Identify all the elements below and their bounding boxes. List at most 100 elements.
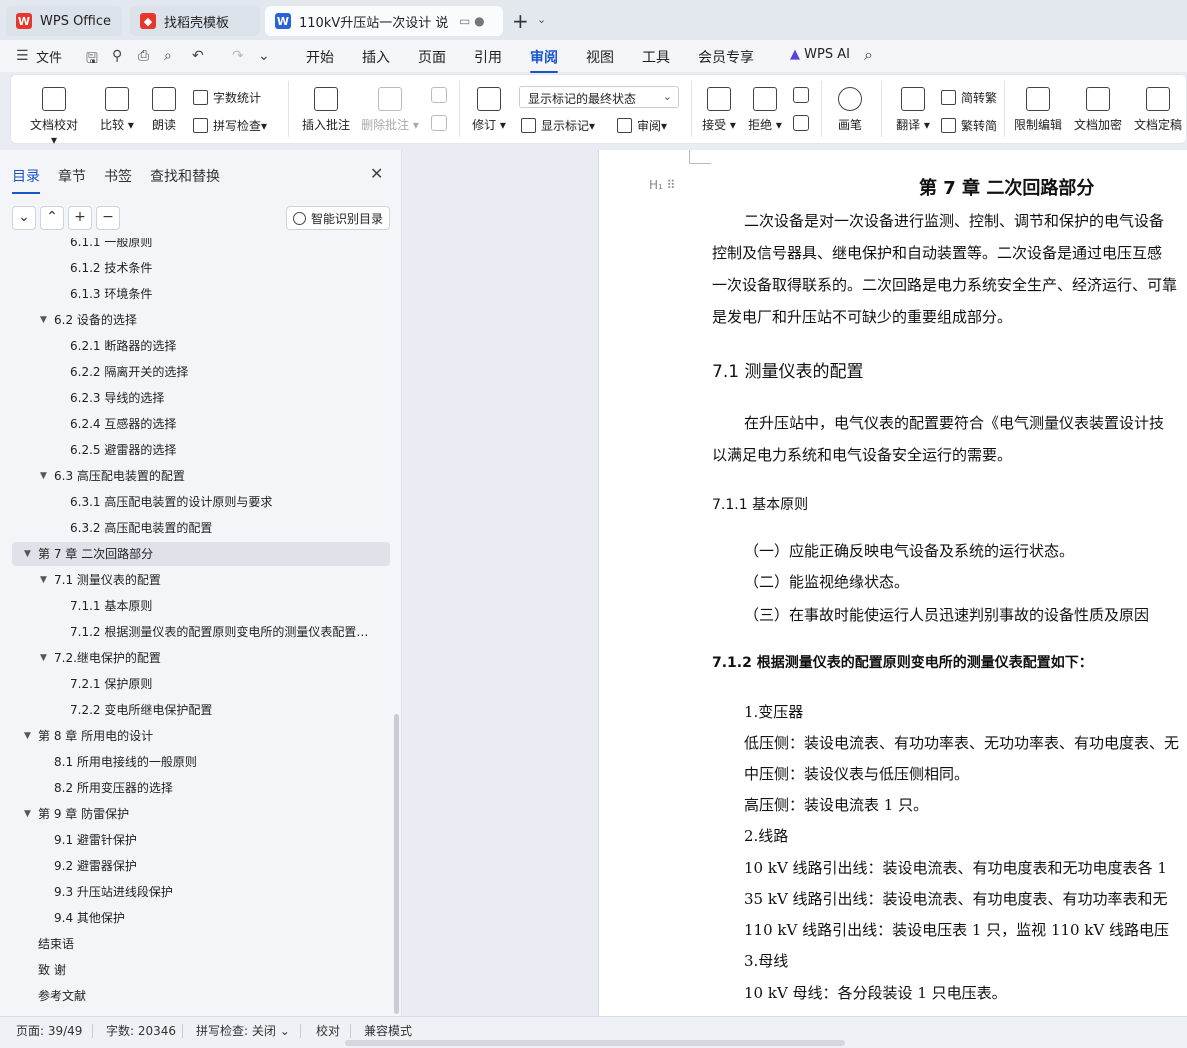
toc-item[interactable]: 6.2.5 避雷器的选择 bbox=[70, 438, 380, 462]
smart-toc-button[interactable]: 智能识别目录 bbox=[286, 206, 390, 230]
menu-page[interactable]: 页面 bbox=[418, 47, 446, 67]
toc-item[interactable]: 结束语 bbox=[38, 932, 380, 956]
encrypt-document-button[interactable]: 文档加密 bbox=[1073, 87, 1123, 133]
translate-button[interactable]: 翻译 ▾ bbox=[893, 87, 933, 133]
horizontal-scrollbar[interactable] bbox=[345, 1040, 845, 1046]
close-icon[interactable]: ✕ bbox=[370, 164, 383, 183]
toc-item[interactable]: 9.1 避雷针保护 bbox=[54, 828, 380, 852]
menu-view[interactable]: 视图 bbox=[586, 47, 614, 67]
toc-item[interactable]: 7.1.2 根据测量仪表的配置原则变电所的测量仪表配置如下： bbox=[70, 620, 380, 644]
spell-check-status[interactable]: 拼写检查: 关闭 ⌄ bbox=[196, 1022, 290, 1039]
toc-item[interactable]: 6.2 设备的选择 bbox=[54, 308, 380, 332]
toc-item[interactable]: 9.3 升压站进线段保护 bbox=[54, 880, 380, 904]
show-markup-button[interactable]: 显示标记 ▾ bbox=[521, 117, 595, 134]
word-count-indicator[interactable]: 字数: 20346 bbox=[106, 1022, 176, 1039]
toc-item[interactable]: 6.3 高压配电装置的配置 bbox=[54, 464, 380, 488]
proof-status[interactable]: 校对 bbox=[316, 1022, 340, 1039]
toc-item[interactable]: 致 谢 bbox=[38, 958, 380, 982]
tab-current-document[interactable]: W 110kV升压站一次设计 说明书 ▭ ● bbox=[265, 6, 503, 36]
word-count-button[interactable]: 字数统计 bbox=[193, 89, 261, 106]
toc-item[interactable]: 第 7 章 二次回路部分 bbox=[12, 542, 390, 566]
menu-wps-ai[interactable]: ▲ WPS AI bbox=[790, 47, 850, 62]
print-preview-icon[interactable]: ⌕ bbox=[164, 48, 172, 64]
search-icon[interactable]: ⌕ bbox=[864, 45, 873, 65]
toc-item[interactable]: 6.1.2 技术条件 bbox=[70, 256, 380, 280]
tab-docer-templates[interactable]: ◆ 找稻壳模板 bbox=[130, 6, 260, 36]
finalize-document-button[interactable]: 文档定稿 bbox=[1133, 87, 1183, 133]
collapse-up-button[interactable]: ⌃ bbox=[40, 206, 64, 230]
nav-tab-find-replace[interactable]: 查找和替换 bbox=[150, 166, 220, 186]
expand-arrow-icon[interactable]: ▼ bbox=[40, 646, 47, 670]
menu-home[interactable]: 开始 bbox=[306, 47, 334, 67]
prev-change-button[interactable] bbox=[791, 87, 811, 108]
delete-comment-button[interactable]: 删除批注 ▾ bbox=[361, 87, 419, 133]
toc-item[interactable]: 7.2.2 变电所继电保护配置 bbox=[70, 698, 380, 722]
new-tab-plus-icon[interactable]: + bbox=[512, 9, 529, 33]
expand-arrow-icon[interactable]: ▼ bbox=[40, 464, 47, 488]
read-aloud-button[interactable]: 朗读 bbox=[149, 87, 179, 133]
page-indicator[interactable]: 页面: 39/49 bbox=[16, 1022, 82, 1039]
toc-item[interactable]: 第 8 章 所用电的设计 bbox=[38, 724, 380, 748]
redo-icon[interactable]: ↷ bbox=[232, 48, 244, 64]
accept-button[interactable]: 接受 ▾ bbox=[701, 87, 737, 133]
to-traditional-button[interactable]: 简转繁 bbox=[941, 89, 997, 106]
toc-item[interactable]: 7.1.1 基本原则 bbox=[70, 594, 380, 618]
remove-heading-button[interactable]: − bbox=[96, 206, 120, 230]
to-simplified-button[interactable]: 繁转简 bbox=[941, 117, 997, 134]
expand-arrow-icon[interactable]: ▼ bbox=[24, 724, 31, 748]
toc-item[interactable]: 6.1.3 环境条件 bbox=[70, 282, 380, 306]
review-pane-button[interactable]: 审阅 ▾ bbox=[617, 117, 667, 134]
nav-scrollbar[interactable] bbox=[394, 714, 399, 1014]
reject-button[interactable]: 拒绝 ▾ bbox=[747, 87, 783, 133]
toc-item[interactable]: 7.2.1 保护原则 bbox=[70, 672, 380, 696]
menu-tools[interactable]: 工具 bbox=[642, 47, 670, 67]
expand-arrow-icon[interactable]: ▼ bbox=[40, 308, 47, 332]
next-comment-button[interactable] bbox=[429, 115, 449, 136]
expand-arrow-icon[interactable]: ▼ bbox=[24, 802, 31, 826]
save-icon[interactable]: 🖫 bbox=[86, 48, 98, 72]
toc-item[interactable]: 7.2.继电保护的配置 bbox=[54, 646, 380, 670]
toc-item[interactable]: 6.2.1 断路器的选择 bbox=[70, 334, 380, 358]
toc-item[interactable]: 6.3.2 高压配电装置的配置 bbox=[70, 516, 380, 540]
collapse-down-button[interactable]: ⌄ bbox=[12, 206, 36, 230]
toc-item[interactable]: 8.2 所用变压器的选择 bbox=[54, 776, 380, 800]
expand-arrow-icon[interactable]: ▼ bbox=[40, 568, 47, 592]
markup-state-select[interactable]: 显示标记的最终状态 ⌄ bbox=[519, 86, 679, 108]
doc-proof-button[interactable]: 文档校对 ▾ bbox=[29, 87, 79, 147]
track-changes-button[interactable]: 修订 ▾ bbox=[471, 87, 507, 133]
tab-status-icons[interactable]: ▭ ● bbox=[459, 14, 485, 28]
toc-item[interactable]: 9.2 避雷器保护 bbox=[54, 854, 380, 878]
toc-item[interactable]: 6.2.4 互感器的选择 bbox=[70, 412, 380, 436]
menu-insert[interactable]: 插入 bbox=[362, 47, 390, 67]
restrict-editing-button[interactable]: 限制编辑 bbox=[1013, 87, 1063, 133]
menu-references[interactable]: 引用 bbox=[474, 47, 502, 67]
menu-member[interactable]: 会员专享 bbox=[698, 47, 754, 67]
toc-item[interactable]: 6.2.2 隔离开关的选择 bbox=[70, 360, 380, 384]
prev-comment-button[interactable] bbox=[429, 87, 449, 108]
nav-tab-sections[interactable]: 章节 bbox=[58, 166, 86, 186]
document-page[interactable]: H₁ ⠿ 第 7 章 二次回路部分 二次设备是对一次设备进行监测、控制、调节和保… bbox=[598, 150, 1187, 1016]
pen-button[interactable]: 画笔 bbox=[835, 87, 865, 133]
expand-arrow-icon[interactable]: ▼ bbox=[24, 542, 31, 566]
toc-item[interactable]: 6.3.1 高压配电装置的设计原则与要求 bbox=[70, 490, 380, 514]
toc-item[interactable]: 第 9 章 防雷保护 bbox=[38, 802, 380, 826]
insert-comment-button[interactable]: 插入批注 bbox=[301, 87, 351, 133]
undo-icon[interactable]: ↶ bbox=[192, 48, 204, 64]
tab-wps-office[interactable]: W WPS Office bbox=[6, 6, 122, 36]
compare-button[interactable]: 比较 ▾ bbox=[99, 87, 135, 133]
share-link-icon[interactable]: ⚲ bbox=[112, 48, 122, 64]
toc-item[interactable]: 9.4 其他保护 bbox=[54, 906, 380, 930]
more-chevron-icon[interactable]: ⌄ bbox=[258, 48, 270, 64]
menu-review[interactable]: 审阅 bbox=[530, 47, 558, 73]
toc-item[interactable]: 6.2.3 导线的选择 bbox=[70, 386, 380, 410]
add-heading-button[interactable]: + bbox=[68, 206, 92, 230]
nav-tab-bookmarks[interactable]: 书签 bbox=[104, 166, 132, 186]
hamburger-menu-icon[interactable]: ☰ bbox=[16, 48, 29, 64]
toc-item[interactable]: 参考文献 bbox=[38, 984, 380, 1008]
heading-drag-handle-icon[interactable]: H₁ ⠿ bbox=[649, 178, 675, 192]
next-change-button[interactable] bbox=[791, 115, 811, 136]
menu-file[interactable]: 文件 bbox=[36, 47, 62, 66]
chevron-down-icon[interactable]: ⌄ bbox=[537, 13, 546, 26]
toc-item[interactable]: 6.1.1 一般原则 bbox=[70, 238, 380, 254]
nav-tab-toc[interactable]: 目录 bbox=[12, 166, 40, 194]
